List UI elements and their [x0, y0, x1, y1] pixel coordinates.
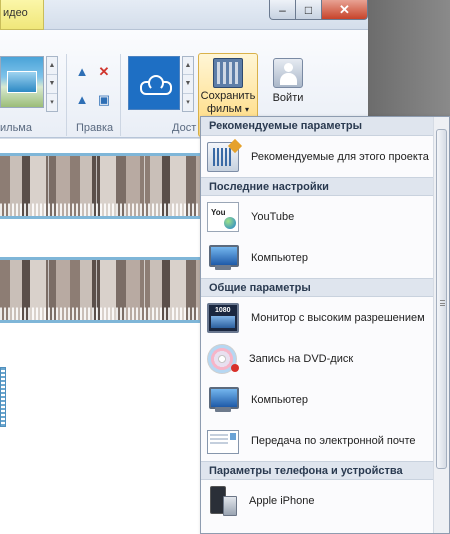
menu-item-computer-recent[interactable]: Компьютер [201, 237, 435, 278]
minimize-button[interactable]: – [269, 0, 296, 20]
menu-item-label: Компьютер [251, 393, 308, 406]
hd-monitor-icon [207, 302, 239, 333]
menu-item-recommended[interactable]: Рекомендуемые для этого проекта [201, 136, 435, 177]
close-button[interactable]: ✕ [322, 0, 368, 20]
video-clip-3[interactable] [0, 367, 6, 427]
menu-item-label: Apple iPhone [249, 494, 315, 507]
email-icon [207, 429, 239, 454]
save-movie-dropdown-menu: Рекомендуемые параметры Рекомендуемые дл… [200, 116, 450, 534]
dvd-icon [207, 343, 239, 374]
group-label-themes: ильма [0, 122, 32, 134]
rotate-right-icon[interactable]: ▲ [74, 92, 90, 108]
rotate-left-icon[interactable]: ▲ [74, 64, 90, 80]
theme-thumbnail[interactable] [0, 56, 44, 108]
sign-in-label: Войти [272, 92, 304, 104]
save-movie-label-line1: Сохранить [200, 90, 256, 102]
menu-list: Рекомендуемые параметры Рекомендуемые дл… [201, 117, 435, 533]
menu-item-label: Компьютер [251, 251, 308, 264]
menu-item-youtube[interactable]: YouTube [201, 196, 435, 237]
group-label-share: Дост [172, 122, 197, 134]
menu-section-header: Параметры телефона и устройства [201, 461, 435, 480]
computer-icon [207, 385, 239, 415]
menu-item-label: Монитор с высоким разрешением [251, 311, 425, 324]
ribbon-tab-strip: идео – □ ✕ [0, 0, 368, 30]
maximize-button[interactable]: □ [296, 0, 322, 20]
chevron-down-icon: ▾ [244, 105, 249, 114]
close-icon: ✕ [339, 2, 350, 17]
remove-icon[interactable]: ✕ [96, 64, 112, 80]
save-movie-label-line2: фильм [207, 103, 242, 115]
select-all-icon[interactable]: ▣ [96, 92, 112, 108]
cloud-icon [140, 75, 172, 95]
menu-section-header: Общие параметры [201, 278, 435, 297]
menu-item-label: YouTube [251, 210, 295, 223]
menu-section-header: Последние настройки [201, 177, 435, 196]
window-controls: – □ ✕ [269, 0, 368, 20]
grip-icon [440, 300, 445, 306]
menu-item-label: Рекомендуемые для этого проекта [251, 150, 429, 163]
menu-item-dvd[interactable]: Запись на DVD-диск [201, 338, 435, 379]
user-icon [273, 58, 303, 88]
tab-video-tools[interactable]: идео [0, 0, 44, 30]
menu-section-header: Рекомендуемые параметры [201, 117, 435, 136]
menu-item-email[interactable]: Передача по электронной почте [201, 420, 435, 461]
recommend-icon [207, 141, 239, 172]
group-divider [66, 54, 67, 136]
scrollbar-thumb[interactable] [436, 129, 447, 469]
menu-item-computer[interactable]: Компьютер [201, 379, 435, 420]
iphone-icon [207, 485, 237, 516]
video-clip-1[interactable] [0, 153, 200, 219]
menu-item-label: Передача по электронной почте [251, 434, 416, 447]
menu-scrollbar[interactable] [433, 117, 449, 533]
computer-icon [207, 243, 239, 273]
menu-item-hd-monitor[interactable]: Монитор с высоким разрешением [201, 297, 435, 338]
menu-item-iphone[interactable]: Apple iPhone [201, 480, 435, 521]
group-label-edit: Правка [76, 122, 114, 134]
share-gallery-scroll[interactable]: ▲ ▼ ▾ [182, 56, 194, 112]
minimize-icon: – [279, 2, 286, 17]
save-movie-icon [213, 58, 243, 88]
youtube-icon [207, 201, 239, 232]
onedrive-tile[interactable] [128, 56, 180, 110]
maximize-icon: □ [304, 2, 313, 17]
video-clip-2[interactable] [0, 257, 200, 323]
theme-gallery-scroll[interactable]: ▲ ▼ ▾ [46, 56, 58, 112]
menu-item-label: Запись на DVD-диск [249, 352, 354, 365]
group-divider [120, 54, 121, 136]
